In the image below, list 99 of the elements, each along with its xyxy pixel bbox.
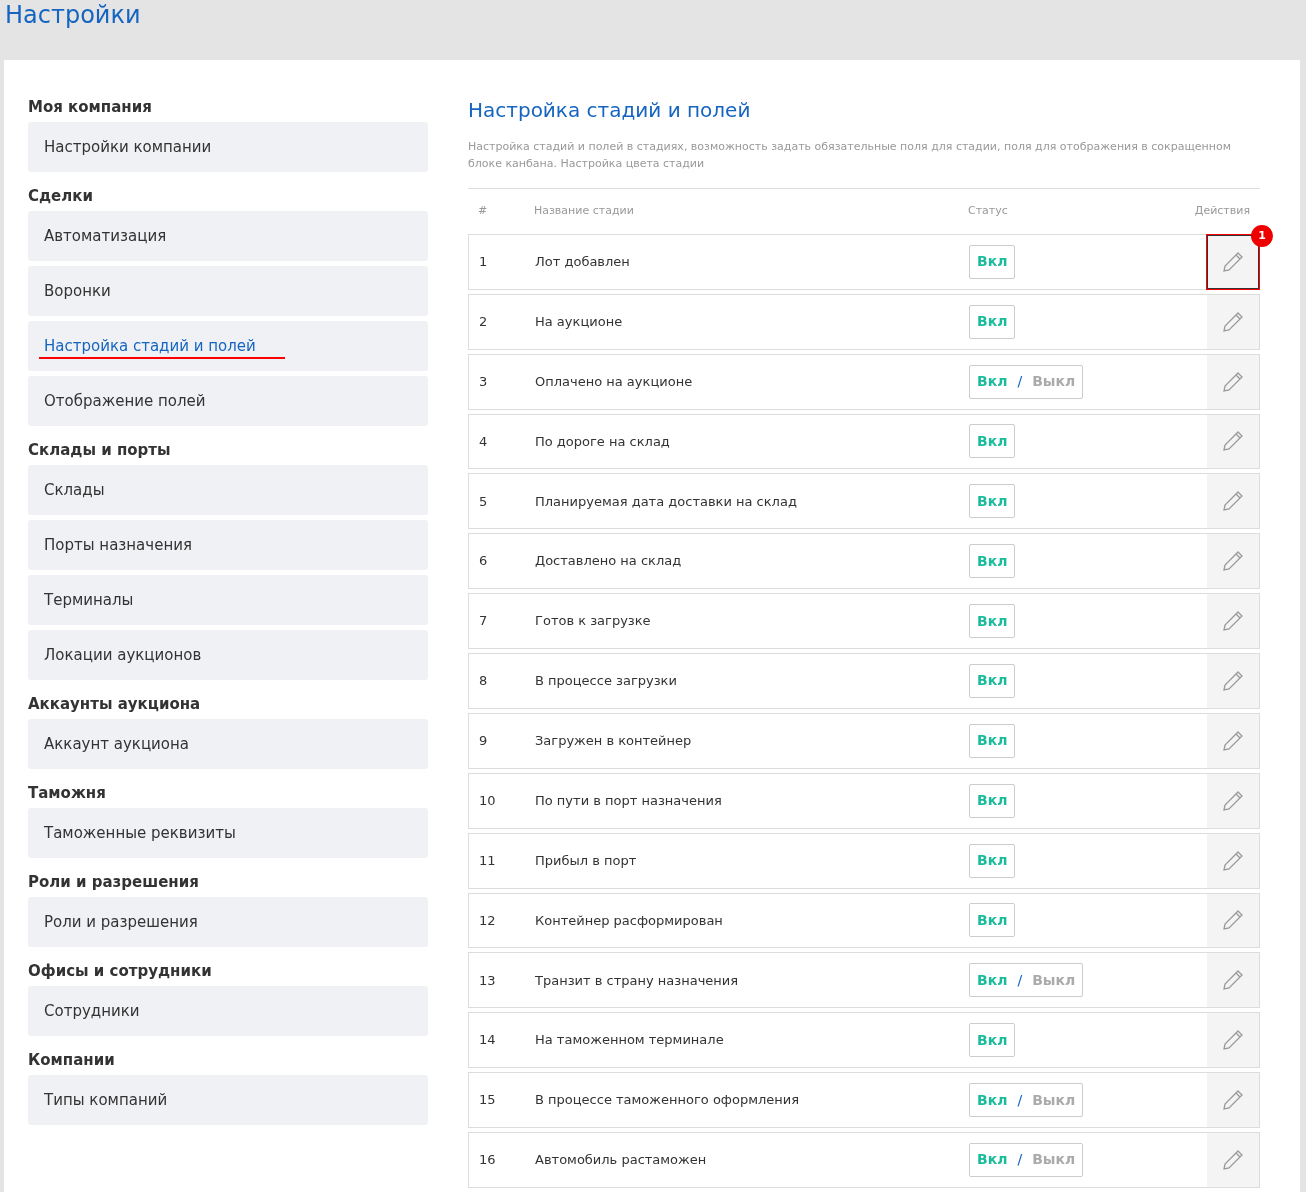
separator-text: / [1017,372,1023,392]
stage-name: Планируемая дата доставки на склад [535,493,797,509]
stage-name: По дороге на склад [535,433,670,449]
status-button[interactable]: Вкл [969,544,1016,579]
row-number: 9 [479,733,488,749]
row-number: 10 [479,792,496,808]
on-option[interactable]: Вкл [977,1149,1008,1171]
off-option[interactable]: Выкл [1032,1089,1076,1111]
status-button[interactable]: Вкл [969,604,1016,639]
stage-name: На аукционе [535,313,623,329]
status-button[interactable]: Вкл [969,1023,1016,1058]
status-button[interactable]: Вкл [969,304,1016,339]
stage-name: Автомобиль растаможен [535,1152,707,1168]
sidebar-heading: Сделки [28,186,94,207]
sidebar-item[interactable]: Порты назначения [28,520,428,570]
row-number: 2 [479,313,488,329]
on-option[interactable]: Вкл [977,371,1008,393]
row-number: 4 [479,433,488,449]
sidebar-item[interactable]: Локации аукционов [28,630,428,680]
status-toggle[interactable]: Вкл / Выкл [969,963,1084,998]
sidebar-item[interactable]: Аккаунт аукциона [28,719,428,769]
pencil-icon [1221,968,1245,993]
sidebar-item[interactable]: Склады [28,465,428,515]
status-button[interactable]: Вкл [969,424,1016,459]
row-number: 3 [479,373,488,389]
status-button[interactable]: Вкл [969,843,1016,878]
stage-name: В процессе таможенного оформления [535,1092,800,1108]
sidebar-heading: Склады и порты [28,440,172,461]
column-header: Действия [1194,204,1250,218]
edit-button[interactable] [1207,234,1259,289]
row-number: 15 [479,1092,496,1108]
row-number: 8 [479,673,488,689]
pencil-icon [1221,1088,1245,1113]
status-toggle[interactable]: Вкл / Выкл [969,364,1084,399]
stage-name: Контейнер расформирован [535,912,723,928]
status-button[interactable]: Вкл [969,244,1016,279]
pencil-icon [1221,549,1245,574]
section-title: Настройка стадий и полей [468,97,751,124]
stage-name: Прибыл в порт [535,852,637,868]
status-toggle[interactable]: Вкл / Выкл [969,1142,1084,1177]
row-number: 6 [479,553,488,569]
section-description: Настройка стадий и полей в стадиях, возможность задать обязательные поля для стадии, поля для отображения в сокращенном блоке канбана. Настройка цвета стадии [468,139,1232,172]
stage-name: Загружен в контейнер [535,733,692,749]
separator-text: / [1017,1150,1023,1170]
off-option[interactable]: Выкл [1032,371,1076,393]
pencil-icon [1221,609,1245,634]
sidebar-item[interactable]: Настройка стадий и полей [28,321,428,371]
status-button[interactable]: Вкл [969,484,1016,519]
sidebar-heading: Офисы и сотрудники [28,961,213,982]
on-option[interactable]: Вкл [977,1089,1008,1111]
column-header: # [478,204,488,218]
off-option[interactable]: Выкл [1032,1149,1076,1171]
sidebar-heading: Аккаунты аукциона [28,694,202,715]
column-header: Название стадии [534,204,634,218]
row-number: 11 [479,852,496,868]
sidebar-item[interactable]: Настройки компании [28,122,428,172]
row-number: 1 [479,254,488,270]
sidebar-item[interactable]: Отображение полей [28,376,428,426]
number-badge: 1 [1251,224,1273,247]
page-title: Настройки [5,1,141,29]
separator-text: / [1017,1090,1023,1110]
off-option[interactable]: Выкл [1032,969,1076,991]
sidebar-item[interactable]: Терминалы [28,575,428,625]
sidebar-item[interactable]: Автоматизация [28,211,428,261]
status-button[interactable]: Вкл [969,723,1016,758]
status-button[interactable]: Вкл [969,783,1016,818]
sidebar-heading: Роли и разрешения [28,872,200,893]
status-button[interactable]: Вкл [969,663,1016,698]
pencil-icon [1221,429,1245,454]
sidebar-item[interactable]: Сотрудники [28,986,428,1036]
on-option[interactable]: Вкл [977,969,1008,991]
status-toggle[interactable]: Вкл / Выкл [969,1083,1084,1118]
row-number: 7 [479,613,488,629]
sidebar-item[interactable]: Таможенные реквизиты [28,808,428,858]
stage-name: Доставлено на склад [535,553,682,569]
pencil-icon [1221,1028,1245,1053]
stage-name: По пути в порт назначения [535,792,722,808]
sidebar-item[interactable]: Типы компаний [28,1075,428,1125]
sidebar-item[interactable]: Роли и разрешения [28,897,428,947]
sidebar-item[interactable]: Воронки [28,266,428,316]
stage-name: Транзит в страну назначения [535,972,739,988]
column-header: Статус [968,204,1008,218]
row-number: 14 [479,1032,496,1048]
pencil-icon [1221,908,1245,933]
row-number: 13 [479,972,496,988]
stage-name: Готов к загрузке [535,613,651,629]
row-number: 16 [479,1152,496,1168]
stage-name: Оплачено на аукционе [535,373,693,389]
stage-name: В процессе загрузки [535,673,677,689]
status-button[interactable]: Вкл [969,903,1016,938]
row-number: 5 [479,493,488,509]
sidebar-heading: Компании [28,1050,116,1071]
sidebar-heading: Таможня [28,783,107,804]
separator-text: / [1017,970,1023,990]
stage-name: Лот добавлен [535,254,630,270]
stage-name: На таможенном терминале [535,1032,724,1048]
sidebar-heading: Моя компания [28,97,153,118]
pencil-icon [1221,489,1245,514]
row-number: 12 [479,912,496,928]
